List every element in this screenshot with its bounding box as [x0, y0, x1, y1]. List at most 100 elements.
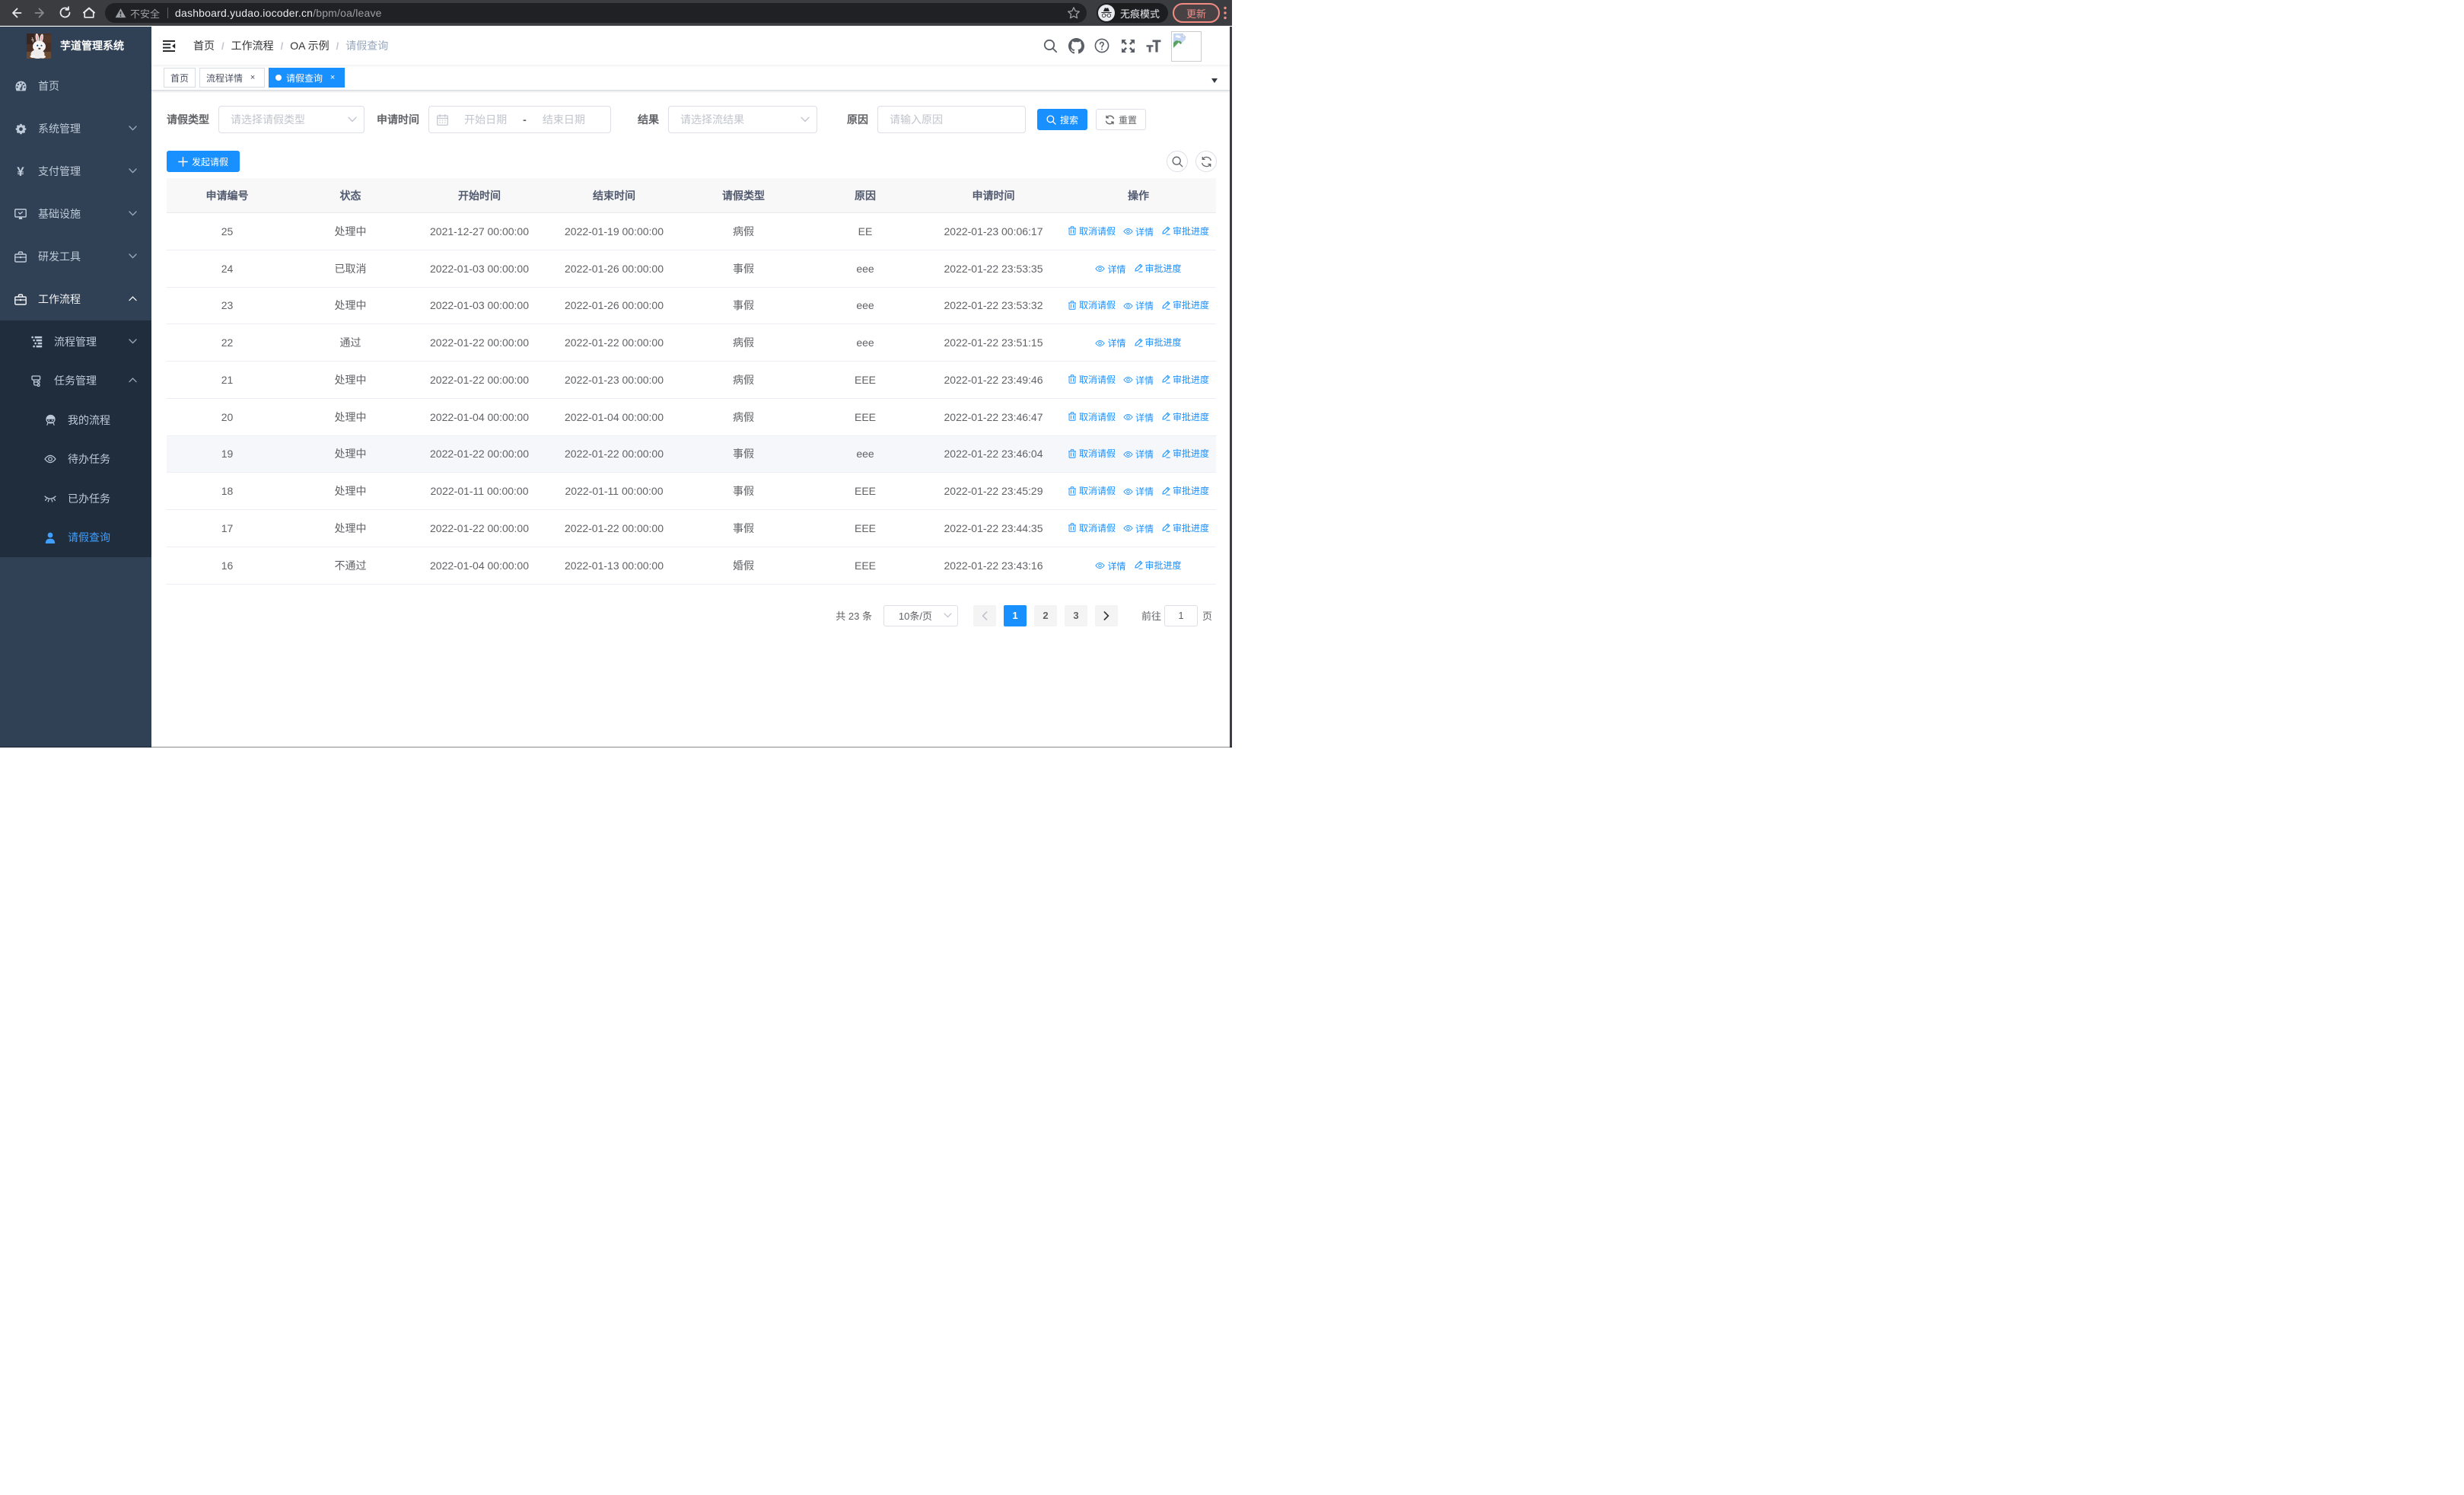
jump-page-input[interactable]: 1	[1164, 604, 1198, 626]
page-size-select[interactable]: 10条/页	[883, 604, 958, 626]
pagination-page-2[interactable]: 2	[1033, 604, 1057, 626]
github-link-button[interactable]	[1063, 27, 1089, 65]
approval-progress-link[interactable]: 审批进度	[1161, 447, 1209, 460]
col-header-start-time[interactable]: 开始时间	[413, 178, 546, 213]
search-icon	[1046, 114, 1056, 125]
approval-progress-link[interactable]: 审批进度	[1161, 225, 1209, 237]
font-size-button[interactable]	[1141, 27, 1167, 65]
approval-progress-link[interactable]: 审批进度	[1161, 373, 1209, 386]
refresh-table-button[interactable]	[1195, 151, 1217, 172]
approval-progress-link[interactable]: 审批进度	[1161, 484, 1209, 497]
pagination-page-3[interactable]: 3	[1064, 604, 1087, 626]
close-icon[interactable]: ×	[247, 72, 258, 83]
approval-progress-link[interactable]: 审批进度	[1134, 262, 1182, 275]
hide-search-button[interactable]	[1167, 151, 1188, 172]
leave-type-select[interactable]: 请选择请假类型	[218, 106, 365, 133]
sidebar-item-workflow[interactable]: 工作流程	[0, 278, 151, 320]
pagination-prev-button[interactable]	[973, 604, 996, 626]
detail-link[interactable]: 详情	[1123, 299, 1154, 312]
search-button[interactable]: 搜索	[1037, 109, 1088, 130]
approval-progress-link[interactable]: 审批进度	[1161, 521, 1209, 534]
detail-link[interactable]: 详情	[1123, 374, 1154, 387]
address-bar[interactable]: 不安全 dashboard.yudao.iocoder.cn/bpm/oa/le…	[105, 3, 1087, 23]
col-header-reason[interactable]: 原因	[804, 178, 926, 213]
table-cell-actions: 取消请假 详情 审批进度	[1061, 472, 1216, 510]
detail-link[interactable]: 详情	[1095, 336, 1126, 349]
sidebar-item-todo-tasks[interactable]: 待办任务	[0, 440, 151, 480]
browser-forward-button[interactable]	[32, 5, 49, 21]
detail-link[interactable]: 详情	[1123, 411, 1154, 424]
detail-link[interactable]: 详情	[1095, 263, 1126, 276]
detail-link[interactable]: 详情	[1123, 448, 1154, 461]
cancel-leave-link[interactable]: 取消请假	[1068, 447, 1116, 460]
navbar: 首页 / 工作流程 / OA 示例 / 请假查询	[151, 27, 1232, 83]
start-date-placeholder[interactable]: 开始日期	[464, 112, 507, 127]
sidebar-item-my-process[interactable]: 我的流程	[0, 400, 151, 440]
result-label: 结果	[638, 113, 659, 126]
breadcrumb-oa-example[interactable]: OA 示例	[290, 38, 329, 53]
cancel-leave-link[interactable]: 取消请假	[1068, 410, 1116, 423]
create-leave-button[interactable]: 发起请假	[167, 151, 240, 172]
reason-input[interactable]: 请输入原因	[877, 106, 1026, 133]
breadcrumb-home[interactable]: 首页	[193, 38, 215, 53]
apply-time-range-picker[interactable]: 开始日期 - 结束日期	[428, 106, 611, 133]
fullscreen-button[interactable]	[1115, 27, 1141, 65]
detail-link[interactable]: 详情	[1123, 522, 1154, 535]
result-select[interactable]: 请选择流结果	[668, 106, 817, 133]
sidebar-item-payment[interactable]: ¥ 支付管理	[0, 150, 151, 193]
bookmark-star-icon[interactable]	[1067, 6, 1081, 20]
user-avatar[interactable]	[1171, 30, 1202, 62]
sidebar-item-infra[interactable]: 基础设施	[0, 193, 151, 235]
approval-progress-link[interactable]: 审批进度	[1134, 559, 1182, 572]
sidebar-item-leave-query[interactable]: 请假查询	[0, 518, 151, 558]
browser-home-button[interactable]	[81, 5, 97, 21]
detail-link[interactable]: 详情	[1095, 559, 1126, 572]
sidebar-item-devtools[interactable]: 研发工具	[0, 235, 151, 278]
briefcase-icon	[14, 293, 27, 305]
browser-back-button[interactable]	[8, 5, 24, 21]
tag-home[interactable]: 首页	[164, 68, 196, 88]
cancel-leave-link[interactable]: 取消请假	[1068, 484, 1116, 497]
cancel-leave-link[interactable]: 取消请假	[1068, 225, 1116, 237]
col-header-end-time[interactable]: 结束时间	[546, 178, 683, 213]
avatar-caret-down-icon[interactable]	[1211, 78, 1218, 83]
help-button[interactable]	[1089, 27, 1115, 65]
close-icon[interactable]: ×	[327, 72, 338, 83]
header-search-button[interactable]	[1037, 27, 1063, 65]
pagination-page-1[interactable]: 1	[1003, 604, 1027, 626]
detail-link[interactable]: 详情	[1123, 485, 1154, 498]
browser-reload-button[interactable]	[56, 5, 73, 21]
sidebar-item-task-mgmt[interactable]: 任务管理	[0, 362, 151, 401]
tag-leave-query[interactable]: 请假查询 ×	[269, 68, 345, 88]
sidebar-item-home[interactable]: 首页	[0, 65, 151, 107]
detail-link[interactable]: 详情	[1123, 225, 1154, 238]
browser-update-button[interactable]: 更新	[1173, 3, 1220, 23]
tag-process-detail[interactable]: 流程详情 ×	[199, 68, 266, 88]
sidebar-item-done-tasks[interactable]: 已办任务	[0, 479, 151, 518]
reset-button[interactable]: 重置	[1096, 109, 1147, 130]
cancel-leave-link[interactable]: 取消请假	[1068, 298, 1116, 311]
breadcrumb-workflow[interactable]: 工作流程	[231, 38, 274, 53]
col-header-apply-time[interactable]: 申请时间	[926, 178, 1061, 213]
table-cell: 2022-01-19 00:00:00	[546, 212, 683, 250]
sidebar-item-system[interactable]: 系统管理	[0, 107, 151, 150]
col-header-id[interactable]: 申请编号	[167, 178, 288, 213]
cancel-leave-link[interactable]: 取消请假	[1068, 373, 1116, 386]
sidebar-toggle-button[interactable]	[151, 27, 187, 65]
cancel-leave-link[interactable]: 取消请假	[1068, 521, 1116, 534]
approval-progress-link[interactable]: 审批进度	[1134, 336, 1182, 349]
table-cell: 处理中	[288, 361, 413, 399]
calendar-icon	[437, 113, 448, 126]
col-header-status[interactable]: 状态	[288, 178, 413, 213]
table-cell: eee	[804, 250, 926, 288]
approval-progress-link[interactable]: 审批进度	[1161, 410, 1209, 423]
sidebar-logo[interactable]: 芋道管理系统	[0, 27, 151, 65]
approval-progress-link[interactable]: 审批进度	[1161, 298, 1209, 311]
col-header-leave-type[interactable]: 请假类型	[683, 178, 804, 213]
end-date-placeholder[interactable]: 结束日期	[543, 112, 585, 127]
sidebar-item-process-mgmt[interactable]: 流程管理	[0, 322, 151, 362]
pagination-next-button[interactable]	[1094, 604, 1118, 626]
browser-menu-button[interactable]	[1221, 5, 1230, 21]
url-path: /bpm/oa/leave	[313, 7, 382, 19]
incognito-icon	[1098, 5, 1115, 21]
